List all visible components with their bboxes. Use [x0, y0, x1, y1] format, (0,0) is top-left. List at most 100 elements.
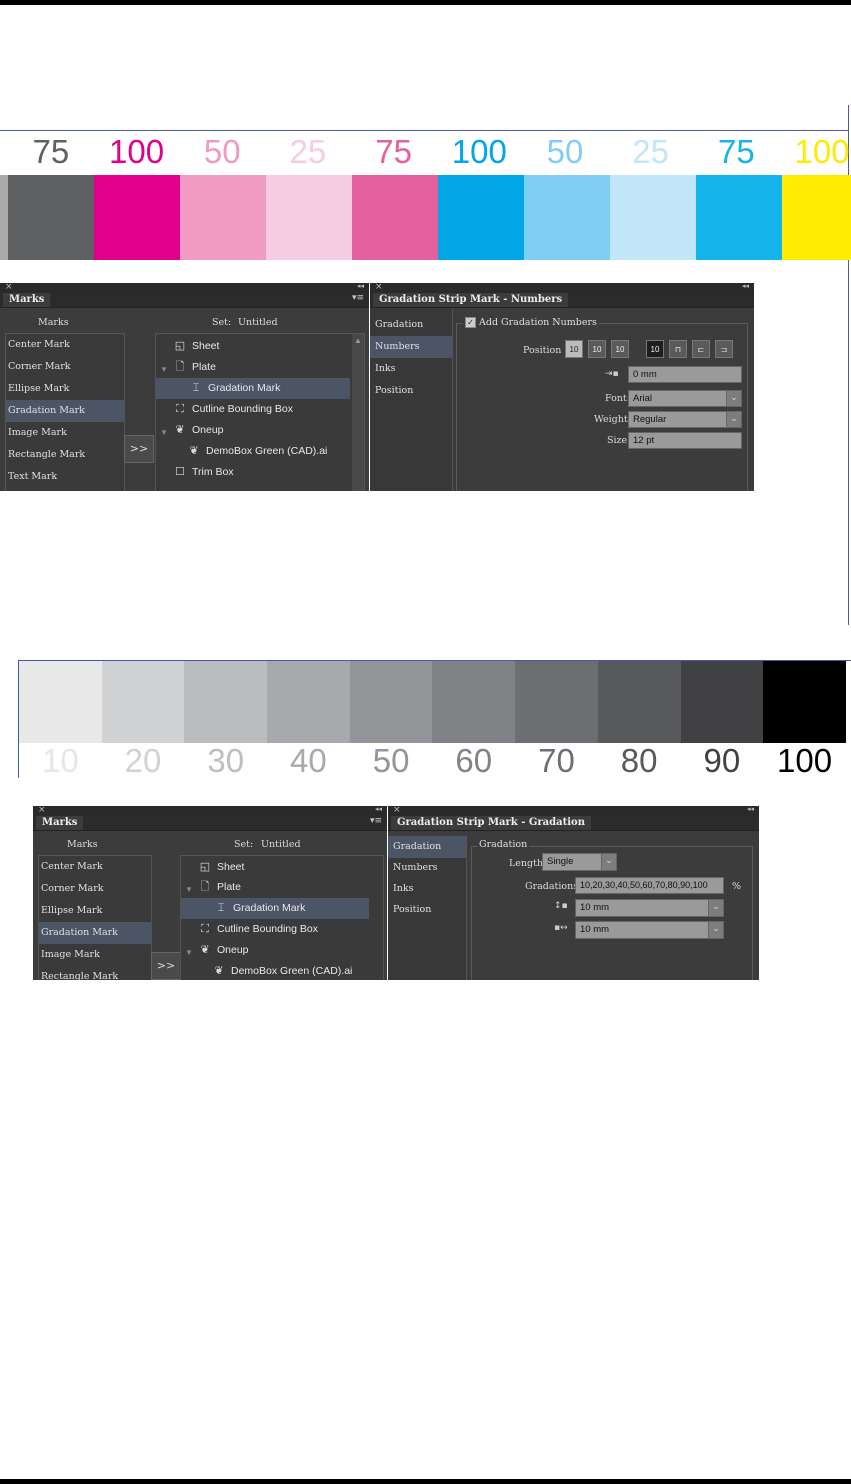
gradation-number-label: 25 [289, 133, 327, 170]
collapse-icon[interactable]: ◂◂ [742, 283, 749, 290]
panel-menu-icon[interactable]: ▾≡ [370, 816, 382, 826]
tree-item-oneup[interactable]: ❦ Oneup [181, 940, 387, 961]
mark-type-list[interactable]: Center Mark Corner Mark Ellipse Mark Gradat… [38, 855, 152, 980]
close-icon[interactable]: × [5, 283, 13, 292]
length-dropdown[interactable]: Single [542, 853, 617, 871]
mark-list-item[interactable]: Corner Mark [6, 356, 124, 378]
tree-item-gradation-mark[interactable]: ⌶ Gradation Mark [156, 378, 350, 399]
gradation-number-label: 90 [703, 742, 741, 779]
mark-list-item[interactable]: Corner Mark [39, 878, 151, 900]
orientation-normal-button[interactable]: 10 [646, 340, 664, 358]
mark-list-item[interactable]: Center Mark [39, 856, 151, 878]
orientation-rotate-left-button[interactable]: ⊏ [692, 340, 710, 358]
gradation-swatch [432, 661, 516, 743]
gradation-swatch [610, 175, 696, 260]
position-label: Position [523, 345, 562, 356]
offset-icon: ⇥▪ [605, 369, 619, 379]
position-center-button[interactable]: 10 [588, 340, 606, 358]
tab-marks[interactable]: Marks [3, 293, 51, 307]
gradation-swatch [782, 175, 851, 260]
mark-list-item[interactable]: Text Mark [6, 466, 124, 488]
mark-list-item[interactable]: Image Mark [39, 944, 151, 966]
tab-gradation-strip-gradation[interactable]: Gradation Strip Mark - Gradation [391, 816, 591, 830]
close-icon[interactable]: × [375, 283, 383, 292]
offset-field[interactable]: 0 mm [628, 366, 742, 383]
tab-marks[interactable]: Marks [36, 816, 84, 830]
tree-item-demobox[interactable]: ❦ DemoBox Green (CAD).ai [181, 961, 387, 980]
close-icon[interactable]: × [38, 806, 46, 815]
width-dropdown[interactable]: 10 mm [575, 921, 724, 939]
tree-item-demobox[interactable]: ❦ DemoBox Green (CAD).ai [156, 441, 369, 462]
tree-item-sheet[interactable]: ◱ Sheet [181, 857, 387, 878]
tree-item-cutline-bounding-box[interactable]: ⛶ Cutline Bounding Box [181, 919, 387, 940]
gradation-number-label: 100 [794, 133, 850, 170]
mark-list-item[interactable]: Gradation Mark [39, 922, 151, 944]
mark-list-item[interactable]: Rectangle Mark [6, 444, 124, 466]
height-dropdown[interactable]: 10 mm [575, 899, 724, 917]
bottom-border [0, 1479, 851, 1484]
mark-list-item[interactable]: Image Mark [6, 422, 124, 444]
close-icon[interactable]: × [393, 806, 401, 815]
gradation-swatch [19, 661, 102, 743]
marks-panel: × ◂◂ Marks ▾≡ Marks Set: Untitled Center … [0, 283, 369, 491]
category-item[interactable]: Gradation [370, 314, 452, 336]
mark-type-list[interactable]: Center Mark Corner Mark Ellipse Mark Gradat… [5, 333, 125, 491]
gradation-number-label: 70 [538, 742, 575, 779]
collapse-icon[interactable]: ◂◂ [375, 806, 382, 813]
category-item[interactable]: Gradation [388, 836, 466, 858]
collapse-icon[interactable]: ◂◂ [357, 283, 364, 290]
add-mark-button[interactable]: >> [151, 952, 181, 980]
category-item[interactable]: Numbers [388, 857, 466, 879]
settings-category-list[interactable]: Gradation Numbers Inks Position [388, 836, 467, 980]
orientation-rotate-right-button[interactable]: ⊐ [715, 340, 733, 358]
tree-item-cutline-bounding-box[interactable]: ⛶ Cutline Bounding Box [156, 399, 368, 420]
tree-item-sheet[interactable]: ◱ Sheet [156, 336, 368, 357]
gradation-mark-icon: ⌶ [192, 382, 200, 394]
weight-dropdown[interactable]: Regular [628, 411, 742, 428]
category-item[interactable]: Inks [388, 878, 466, 900]
strip-swatches [0, 175, 851, 260]
gradation-number-label: 100 [777, 742, 833, 779]
gradation-swatch [94, 175, 180, 260]
tree-item-oneup[interactable]: ❦ Oneup [156, 420, 368, 441]
mark-list-item[interactable]: Ellipse Mark [6, 378, 124, 400]
tree-item-plate[interactable]: 🗋 Plate [156, 357, 368, 378]
gradations-field[interactable]: 10,20,30,40,50,60,70,80,90,100 [575, 877, 724, 894]
mark-tree[interactable]: ◱ Sheet ▼ 🗋 Plate ⌶ Gradation Mark ⛶ Cutline… [180, 855, 384, 980]
panel-menu-icon[interactable]: ▾≡ [352, 293, 364, 303]
category-item[interactable]: Position [370, 380, 452, 402]
set-label: Set: [234, 839, 254, 850]
strip-frame-line [0, 130, 848, 131]
collapse-icon[interactable]: ◂◂ [747, 806, 754, 813]
size-field[interactable]: 12 pt [628, 432, 742, 449]
add-numbers-checkbox[interactable]: ✓ Add Gradation Numbers [463, 317, 599, 328]
mark-list-item[interactable]: Ellipse Mark [39, 900, 151, 922]
gradation-number-label: 20 [124, 742, 162, 779]
position-top-left-button[interactable]: 10 [565, 340, 583, 358]
checkbox-checked-icon[interactable]: ✓ [465, 317, 476, 328]
font-dropdown[interactable]: Arial [628, 390, 742, 407]
sheet-icon: ◱ [174, 340, 186, 352]
position-bottom-button[interactable]: 10 [611, 340, 629, 358]
mark-list-item[interactable]: Center Mark [6, 334, 124, 356]
orientation-rotate-180-button[interactable]: ⊓ [669, 340, 687, 358]
settings-category-list[interactable]: Gradation Numbers Inks Position [370, 309, 453, 491]
tab-gradation-strip-numbers[interactable]: Gradation Strip Mark - Numbers [373, 293, 569, 307]
strip-height-icon: ↕▪ [554, 901, 568, 911]
mark-tree[interactable]: ◱ Sheet ▼ 🗋 Plate ⌶ Gradation Mark ⛶ Cutline… [155, 333, 365, 491]
tree-scrollbar[interactable]: ▲ [352, 334, 364, 491]
mark-list-item[interactable]: Rectangle Mark [39, 966, 151, 980]
gradation-swatch [8, 175, 94, 260]
category-item[interactable]: Numbers [370, 336, 452, 358]
scroll-up-icon[interactable]: ▲ [354, 336, 362, 345]
bounding-box-icon: ⛶ [201, 923, 209, 935]
gradation-swatch [184, 661, 268, 743]
tree-item-gradation-mark[interactable]: ⌶ Gradation Mark [181, 898, 369, 919]
mark-list-item[interactable]: Gradation Mark [6, 400, 124, 422]
category-item[interactable]: Position [388, 899, 466, 921]
tree-item-plate[interactable]: 🗋 Plate [181, 877, 387, 898]
add-mark-button[interactable]: >> [124, 435, 154, 463]
category-item[interactable]: Inks [370, 358, 452, 380]
font-label: Font: [605, 393, 630, 404]
tree-item-trim-box[interactable]: ☐ Trim Box [156, 462, 368, 483]
